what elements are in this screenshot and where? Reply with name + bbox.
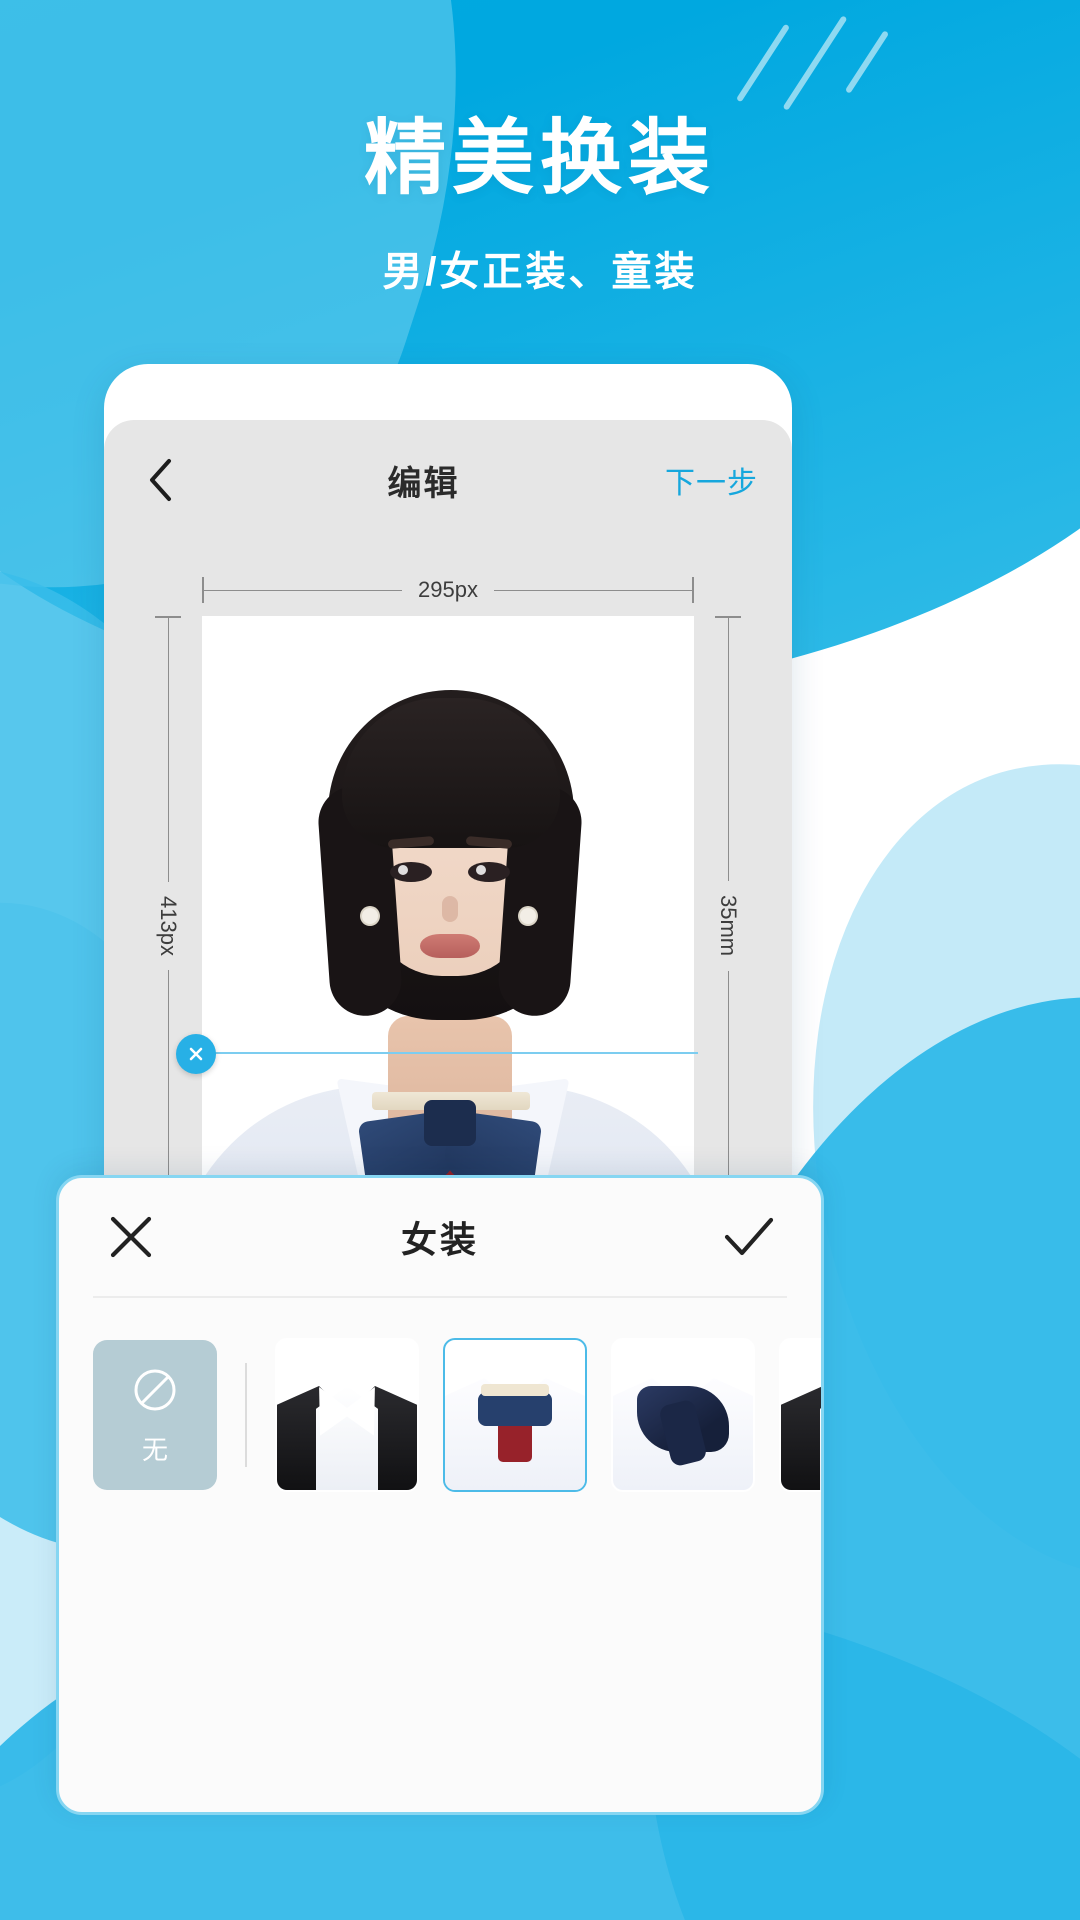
width-label: 295px [418,577,478,602]
page-title: 精美换装 [363,113,716,204]
ruler-cap [692,577,695,603]
back-button[interactable] [138,458,182,502]
ruler-line [204,589,403,591]
height-ruler-left: 413px [150,616,186,1237]
confirm-button[interactable] [721,1209,777,1265]
close-icon [110,1216,152,1258]
check-icon [724,1217,774,1256]
promo-screenshot: 精美换装 男/女正装、童装 编辑 下一步 295px 413px 35mm 女装… [0,0,1080,1920]
app-navbar: 编辑 下一步 [104,420,792,540]
height-ruler-right: 35mm [710,616,746,1236]
strip-separator [245,1363,247,1467]
clothes-option-black-suit-pocket-square[interactable] [779,1338,821,1492]
bow-navy-shape [478,1392,552,1426]
clothes-option-none[interactable]: 无 [93,1340,217,1490]
clothes-option-white-blouse-navy-scarf[interactable] [611,1338,755,1492]
ruler-line [167,618,169,883]
bowtie-knot [424,1100,476,1146]
clothes-option-none-label: 无 [141,1434,168,1465]
remove-clothes-button[interactable] [176,1034,216,1074]
ruler-line [493,589,693,591]
sheet-title: 女装 [400,1219,479,1260]
clothes-thumbnail-strip[interactable]: 无 [59,1298,821,1492]
chevron-left-icon [150,459,171,501]
no-clothes-icon [134,1369,176,1410]
height-label-px: 413px [156,896,181,956]
screen-title: 编辑 [387,464,460,503]
eye-highlight-right [476,865,486,875]
nose [442,896,458,922]
sheet-header: 女装 [59,1178,821,1296]
width-ruler: 295px [202,572,695,608]
next-step-button[interactable]: 下一步 [665,458,758,502]
earring-left [362,908,378,924]
hero-copy: 精美换装 男/女正装、童装 [0,113,1080,294]
clothes-option-black-suit-white-shirt[interactable] [275,1338,419,1492]
suit-jacket-shape [781,1386,821,1490]
crop-guide-line [202,1052,698,1054]
close-circle-icon [189,1047,203,1061]
earring-right [520,908,536,924]
eye-highlight-left [398,865,408,875]
ruler-line [727,618,729,882]
clothes-picker-sheet: 女装 无 [56,1175,824,1815]
bow-stripe-shape [481,1384,549,1396]
clothes-option-white-blouse-navy-red-bow[interactable] [443,1338,587,1492]
cancel-button[interactable] [103,1209,159,1265]
lips [420,934,480,958]
eye-left [390,862,432,882]
height-label-mm: 35mm [716,895,741,957]
eye-right [468,862,510,882]
page-subtitle: 男/女正装、童装 [382,250,698,294]
